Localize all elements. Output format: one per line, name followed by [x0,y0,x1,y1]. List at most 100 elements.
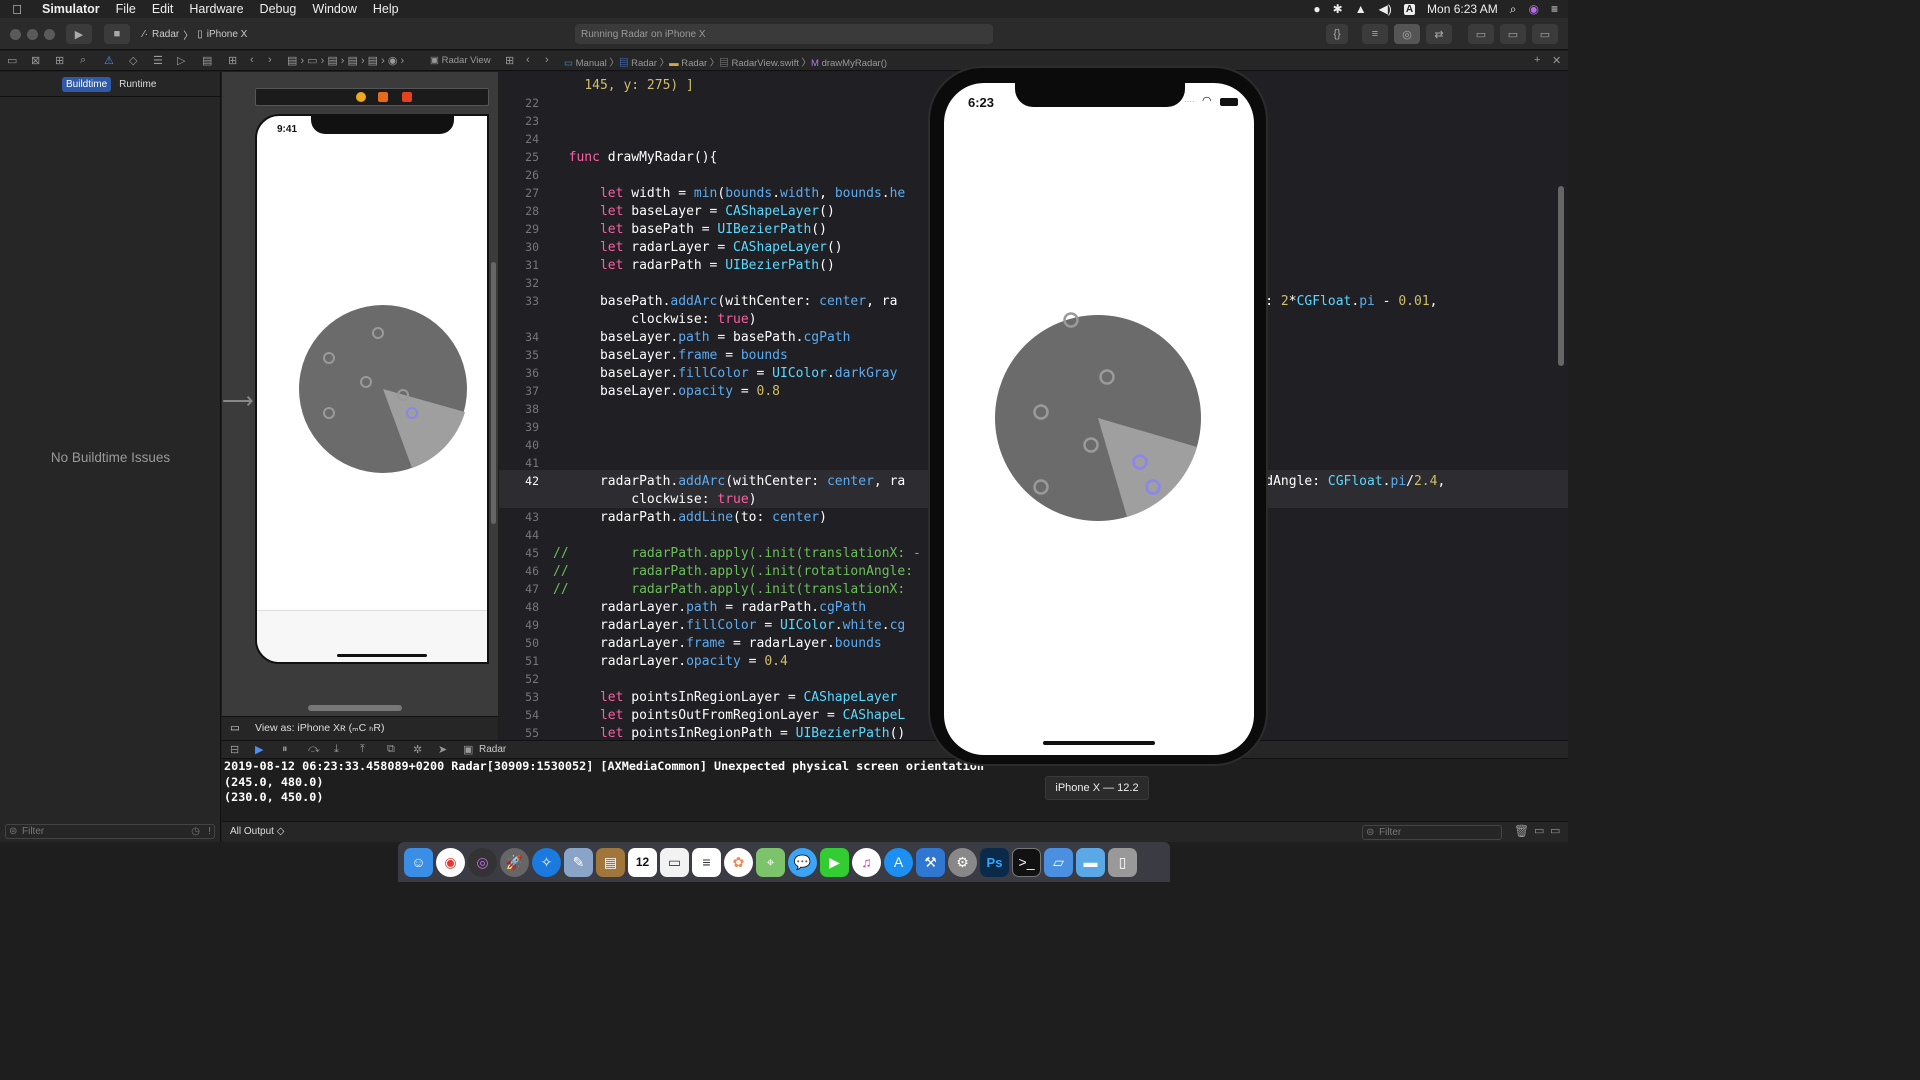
appstore-icon[interactable]: A [884,847,913,877]
view-controller-icon[interactable] [356,92,366,102]
messages-icon[interactable]: 💬 [788,847,817,877]
safari-icon[interactable]: ✧ [532,847,561,877]
breakpoint-navigator-icon[interactable]: ▷ [177,54,185,67]
itunes-icon[interactable]: ♫ [852,847,881,877]
first-responder-icon[interactable] [378,92,388,102]
toggle-navigator-button[interactable]: ▭ [1468,24,1494,44]
step-over-icon[interactable]: ⤼ [308,743,320,756]
folder-icon[interactable]: ▬ [1076,847,1105,877]
issue-navigator-icon[interactable]: ⚠ [104,54,114,67]
step-out-icon[interactable]: ⤒ [360,743,365,756]
find-navigator-icon[interactable]: ⌕ [80,54,86,67]
add-editor-icon[interactable]: + [1534,54,1540,66]
editor-scrollbar[interactable] [1558,186,1564,366]
navigator-filter-field[interactable]: ⊜ Filter ◷ ! [5,824,215,839]
back-icon[interactable]: ‹ [250,54,254,66]
breadcrumb-file[interactable]: RadarView.swift [731,58,798,69]
breakpoints-toggle-icon[interactable]: ▶ [255,743,263,756]
memory-graph-icon[interactable]: ✲ [413,743,422,756]
maps-icon[interactable]: ⌖ [756,847,785,877]
menu-debug[interactable]: Debug [252,0,305,18]
hide-debug-area-icon[interactable]: ⊟ [230,743,239,756]
volume-icon[interactable]: ◀) [1379,2,1392,16]
console-filter-field[interactable]: ⊜ Filter [1362,825,1502,840]
canvas-horizontal-scrollbar[interactable] [308,705,402,711]
menu-app-name[interactable]: Simulator [34,0,108,18]
menu-hardware[interactable]: Hardware [181,0,251,18]
preview-icon[interactable]: ✎ [564,847,593,877]
siri-menubar-icon[interactable]: ◉ [1529,2,1539,16]
notes-icon[interactable]: ▤ [596,847,625,877]
spotlight-icon[interactable]: ⌕ [1510,2,1517,17]
notification-center-icon[interactable]: ≡ [1551,2,1558,16]
siri-icon[interactable]: ◎ [468,847,497,877]
minimize-window-button[interactable] [27,29,38,40]
test-navigator-icon[interactable]: ◇ [129,54,137,67]
photos-icon[interactable]: ✿ [724,847,753,877]
canvas-vertical-scrollbar[interactable] [491,262,496,524]
menu-window[interactable]: Window [304,0,364,18]
trash-console-icon[interactable]: 🗑 [1514,824,1529,838]
source-control-navigator-icon[interactable]: ⊠ [31,54,40,67]
close-editor-icon[interactable]: ✕ [1552,54,1561,67]
close-window-button[interactable] [10,29,21,40]
photoshop-icon[interactable]: Ps [980,847,1009,877]
calendar-icon[interactable]: 12 [628,847,657,877]
menubar-clock[interactable]: Mon 6:23 AM [1427,2,1498,16]
simulator-icon[interactable]: ▱ [1044,847,1073,877]
step-in-icon[interactable]: ⤓ [334,743,339,756]
console-output[interactable]: 2019-08-12 06:23:33.458089+0200 Radar[30… [222,759,1568,821]
textedit-icon[interactable]: ▭ [660,847,689,877]
forward-icon-right[interactable]: › [545,54,549,66]
debug-target-name[interactable]: Radar [479,744,506,755]
related-items-icon-right[interactable]: ⊞ [505,54,514,67]
toggle-inspector-button[interactable]: ▭ [1532,24,1558,44]
pause-icon[interactable]: ⏸ [282,743,288,756]
clock-filter-icon[interactable]: ◷ [191,825,200,838]
exit-icon[interactable] [402,92,412,102]
ib-device-frame[interactable]: 9:41 [255,114,489,664]
menu-help[interactable]: Help [365,0,407,18]
chrome-icon[interactable]: ◉ [436,847,465,877]
tab-buildtime[interactable]: Buildtime [62,77,112,92]
forward-icon[interactable]: › [268,54,272,66]
reminders-icon[interactable]: ≡ [692,847,721,877]
apple-icon[interactable]:  [0,2,34,17]
ib-jumpbar-label[interactable]: ▣ Radar View [430,55,491,66]
split-left-icon[interactable]: ▭ [1534,824,1544,837]
run-button[interactable]: ▶ [66,24,92,44]
stop-button[interactable]: ■ [104,24,130,44]
interface-builder-canvas[interactable]: ⟶ 9:41 ▭ View as: iPhone Xʀ (ₘC ₕR) [222,72,498,740]
device-configuration-bar[interactable]: ▭ View as: iPhone Xʀ (ₘC ₕR) [222,716,498,740]
scheme-selector[interactable]: ⁄· Radar 〉 ▯ iPhone X [137,24,251,44]
simulator-screen[interactable]: 6:23 ···· ◠ [944,83,1254,755]
bluetooth-icon[interactable]: ✱ [1333,2,1343,16]
assistant-editor-button[interactable]: ◎ [1394,24,1420,44]
split-right-icon[interactable]: ▭ [1550,824,1560,837]
library-button[interactable]: {} [1326,24,1348,44]
xcode-icon[interactable]: ⚒ [916,847,945,877]
breadcrumb-group[interactable]: Radar [681,58,707,69]
script-status-icon[interactable]: ● [1313,2,1320,16]
settings-icon[interactable]: ⚙ [948,847,977,877]
facetime-icon[interactable]: ▶ [820,847,849,877]
breadcrumb-project[interactable]: Radar [631,58,657,69]
airplay-icon[interactable]: ▲ [1355,2,1367,16]
location-icon[interactable]: ➤ [438,743,447,756]
finder-icon[interactable]: ☺ [404,847,433,877]
version-editor-button[interactable]: ⇄ [1426,24,1452,44]
breadcrumb-manual[interactable]: Manual [576,58,607,69]
project-navigator-icon[interactable]: ▭ [7,54,17,67]
home-indicator[interactable] [1043,741,1155,745]
symbol-navigator-icon[interactable]: ⊞ [55,54,64,67]
tab-runtime[interactable]: Runtime [115,77,160,92]
document-outline-toggle-icon[interactable]: ▭ [230,717,240,739]
view-debugger-icon[interactable]: ⧉ [387,743,395,756]
menu-file[interactable]: File [108,0,144,18]
zoom-window-button[interactable] [44,29,55,40]
toggle-debug-area-button[interactable]: ▭ [1500,24,1526,44]
breadcrumb-method[interactable]: drawMyRadar() [822,58,887,69]
terminal-icon[interactable]: >_ [1012,847,1041,877]
warning-filter-icon[interactable]: ! [208,825,211,838]
debug-navigator-icon[interactable]: ☰ [153,54,163,67]
